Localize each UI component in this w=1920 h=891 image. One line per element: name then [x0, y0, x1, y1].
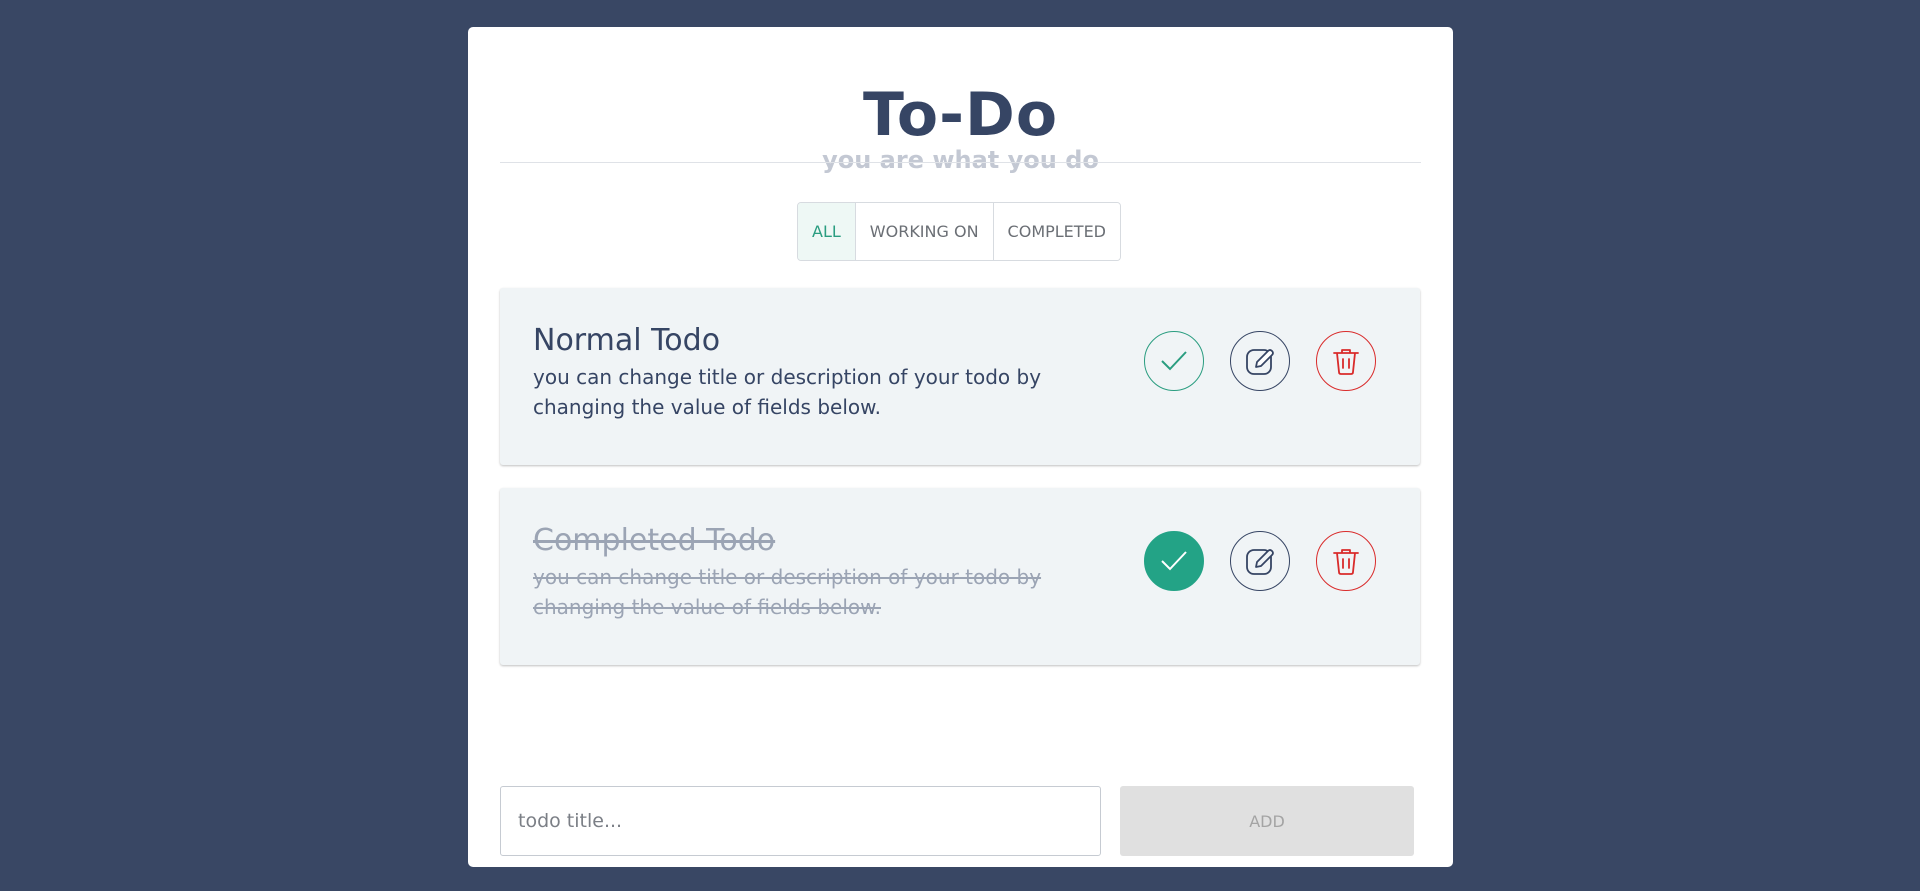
page-subtitle: you are what you do [822, 146, 1099, 174]
filter-completed-button[interactable]: COMPLETED [993, 203, 1120, 260]
edit-icon [1246, 549, 1274, 575]
todo-title: Completed Todo [533, 523, 776, 558]
todo-item-completed: Completed Todo you can change title or d… [500, 488, 1420, 665]
trash-icon [1333, 349, 1359, 375]
todo-item: Normal Todo you can change title or desc… [500, 288, 1420, 465]
page-title: To-Do [862, 80, 1059, 150]
todo-actions [1144, 531, 1376, 591]
todo-actions [1144, 331, 1376, 391]
filter-tabs: ALL WORKING ON COMPLETED [797, 202, 1121, 261]
edit-button[interactable] [1230, 531, 1290, 591]
todo-title: Normal Todo [533, 323, 721, 358]
delete-button[interactable] [1316, 531, 1376, 591]
check-icon [1161, 551, 1187, 571]
todo-text: Normal Todo you can change title or desc… [533, 322, 1073, 422]
delete-button[interactable] [1316, 331, 1376, 391]
complete-button[interactable] [1144, 331, 1204, 391]
filter-working-on-button[interactable]: WORKING ON [855, 203, 994, 260]
todo-card: To-Do you are what you do ALL WORKING ON… [468, 27, 1453, 867]
check-icon [1161, 351, 1187, 371]
add-button[interactable]: ADD [1120, 786, 1414, 856]
complete-button[interactable] [1144, 531, 1204, 591]
filter-all-button[interactable]: ALL [798, 203, 856, 260]
edit-icon [1246, 349, 1274, 375]
todo-text: Completed Todo you can change title or d… [533, 522, 1073, 622]
todo-description: you can change title or description of y… [533, 565, 1042, 619]
todo-title-input[interactable] [500, 786, 1101, 856]
trash-icon [1333, 549, 1359, 575]
header-divider [500, 162, 1421, 163]
todo-description: you can change title or description of y… [533, 365, 1042, 419]
edit-button[interactable] [1230, 331, 1290, 391]
